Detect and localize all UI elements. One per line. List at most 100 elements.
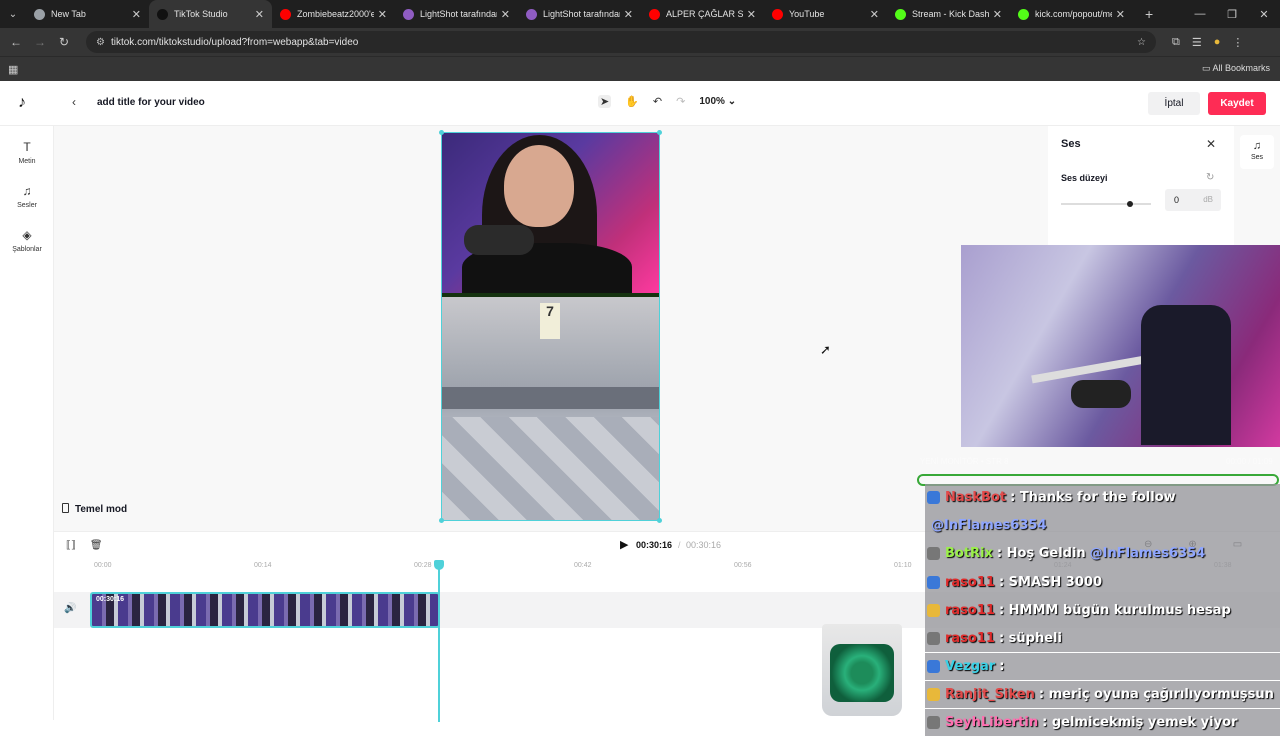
sound-panel: Ses ✕ Ses düzeyi ↻ 0 dB: [1048, 126, 1234, 246]
select-tool-icon[interactable]: ➤: [598, 95, 612, 108]
browser-tab[interactable]: Zombiebeatz2000'e ! ✕: [272, 0, 395, 28]
ruler-tick-label: 00:56: [734, 562, 752, 569]
speaker-icon[interactable]: 🔊: [64, 603, 76, 614]
save-button[interactable]: Kaydet: [1208, 92, 1266, 115]
video-preview[interactable]: 7: [439, 130, 662, 523]
address-bar[interactable]: ⚙ tiktok.com/tiktokstudio/upload?from=we…: [86, 31, 1156, 53]
site-info-icon[interactable]: ⚙: [96, 37, 105, 48]
tab-favicon-icon: [1018, 8, 1029, 20]
tab-close-icon[interactable]: ✕: [255, 8, 264, 21]
play-button[interactable]: ▶: [620, 538, 628, 551]
stream-webcam-overlay: [961, 245, 1280, 447]
apps-grid-icon[interactable]: ▦: [8, 63, 18, 76]
profile-icon[interactable]: ●: [1214, 36, 1221, 49]
panel-tab-sound[interactable]: ♫ Ses: [1240, 135, 1274, 169]
forward-icon[interactable]: →: [28, 35, 52, 49]
tab-search-button[interactable]: ⌄: [0, 0, 26, 28]
tab-favicon-icon: [772, 8, 783, 20]
reading-list-icon[interactable]: ☰: [1192, 36, 1202, 49]
tab-close-icon[interactable]: ✕: [1116, 8, 1125, 21]
browser-tab[interactable]: New Tab ✕: [26, 0, 149, 28]
browser-tab[interactable]: kick.com/popout/me ✕: [1010, 0, 1133, 28]
tab-title: ALPER ÇAĞLAR SPOR: [666, 9, 743, 19]
tab-favicon-icon: [34, 8, 45, 20]
tab-close-icon[interactable]: ✕: [747, 8, 756, 21]
browser-tab[interactable]: LightShot tarafından ✕: [395, 0, 518, 28]
video-title[interactable]: add title for your video: [97, 97, 205, 108]
back-chevron-icon[interactable]: ‹: [72, 95, 76, 109]
resize-handle[interactable]: [439, 518, 444, 523]
chat-text: :: [999, 658, 1005, 674]
chat-badge-icon: [927, 491, 940, 505]
chat-badge-icon: [927, 603, 940, 617]
hand-tool-icon[interactable]: ✋: [625, 95, 639, 108]
video-clip[interactable]: 00:30:16: [90, 592, 440, 628]
cancel-button[interactable]: İptal: [1148, 92, 1200, 115]
chat-message: raso11: süpheli: [925, 624, 1280, 653]
tab-close-icon[interactable]: ✕: [378, 8, 387, 21]
sidebar-item-templates[interactable]: ◈ Şablonlar: [0, 228, 54, 253]
chat-badge-icon: [927, 575, 940, 589]
basic-mode-toggle[interactable]: Temel mod: [62, 503, 127, 515]
browser-tab[interactable]: ALPER ÇAĞLAR SPOR ✕: [641, 0, 764, 28]
chat-text: : Hoş Geldin: [996, 546, 1086, 562]
delete-icon[interactable]: 🗑: [90, 540, 103, 551]
minimize-button[interactable]: —: [1184, 8, 1216, 20]
split-icon[interactable]: ⟦⟧: [66, 540, 76, 551]
playhead[interactable]: [438, 562, 440, 722]
tab-close-icon[interactable]: ✕: [993, 8, 1002, 21]
layers-icon: ◈: [22, 228, 32, 242]
tab-favicon-icon: [895, 8, 906, 20]
extensions-icon[interactable]: ⧉: [1172, 36, 1180, 49]
sidebar-item-text[interactable]: T Metin: [0, 140, 54, 165]
ruler-tick-label: 00:42: [574, 562, 592, 569]
chat-badge-icon: [927, 659, 940, 673]
tab-close-icon[interactable]: ✕: [624, 8, 633, 21]
undo-icon[interactable]: ↶: [653, 95, 662, 108]
chat-badge-icon: [927, 631, 940, 645]
ruler-tick-label: 00:28: [414, 562, 432, 569]
redo-icon[interactable]: ↷: [676, 95, 685, 108]
menu-icon[interactable]: ⋮: [1232, 36, 1243, 49]
slider-knob[interactable]: [1127, 201, 1133, 207]
volume-db-input[interactable]: 0 dB: [1165, 189, 1221, 211]
browser-tab[interactable]: TikTok Studio ✕: [149, 0, 272, 28]
resize-handle[interactable]: [657, 518, 662, 523]
close-icon[interactable]: ✕: [1206, 137, 1216, 151]
resize-handle[interactable]: [657, 130, 662, 135]
zoom-value: 100%: [699, 96, 725, 107]
chat-message: raso11: HMMM bügün kurulmus hesap: [925, 596, 1280, 624]
overlay-monitor-label: YENİ MONİTÖR • STR 8: [920, 457, 1009, 466]
browser-tab[interactable]: LightShot tarafından ✕: [518, 0, 641, 28]
volume-slider[interactable]: [1061, 201, 1151, 207]
browser-tab[interactable]: YouTube ✕: [764, 0, 887, 28]
browser-tab[interactable]: Stream - Kick Dashbo ✕: [887, 0, 1010, 28]
chat-badge-icon: [927, 716, 940, 730]
bookmarks-bar: ▦ ▭ All Bookmarks: [0, 56, 1280, 81]
tab-close-icon[interactable]: ✕: [132, 8, 141, 21]
all-bookmarks-button[interactable]: ▭ All Bookmarks: [1202, 63, 1270, 74]
close-window-button[interactable]: ✕: [1248, 8, 1280, 21]
tab-close-icon[interactable]: ✕: [870, 8, 879, 21]
all-bookmarks-label: All Bookmarks: [1212, 63, 1270, 73]
reload-icon[interactable]: ↻: [52, 35, 76, 49]
tab-close-icon[interactable]: ✕: [501, 8, 510, 21]
bookmark-star-icon[interactable]: ☆: [1137, 37, 1146, 48]
tab-title: LightShot tarafından: [543, 9, 620, 19]
tiktok-logo-icon[interactable]: ♪: [18, 94, 36, 112]
sidebar-item-sounds[interactable]: ♫ Sesler: [0, 184, 54, 209]
gaming-chair-shape: [1141, 305, 1231, 445]
chat-username: raso11: [945, 630, 995, 646]
restore-button[interactable]: ❐: [1216, 8, 1248, 21]
zoom-dropdown[interactable]: 100% ⌄: [699, 96, 736, 107]
reset-icon[interactable]: ↻: [1206, 172, 1214, 183]
ruler-tick-label: 00:00: [94, 562, 112, 569]
mouse-cursor-icon: ➚: [820, 342, 831, 357]
playhead-handle[interactable]: [434, 560, 444, 570]
ruler-tick-label: 01:10: [894, 562, 912, 569]
back-icon[interactable]: ←: [4, 35, 28, 49]
resize-handle[interactable]: [439, 130, 444, 135]
tab-favicon-icon: [157, 8, 168, 20]
webcam-footage: [442, 133, 659, 295]
new-tab-button[interactable]: +: [1145, 6, 1153, 22]
